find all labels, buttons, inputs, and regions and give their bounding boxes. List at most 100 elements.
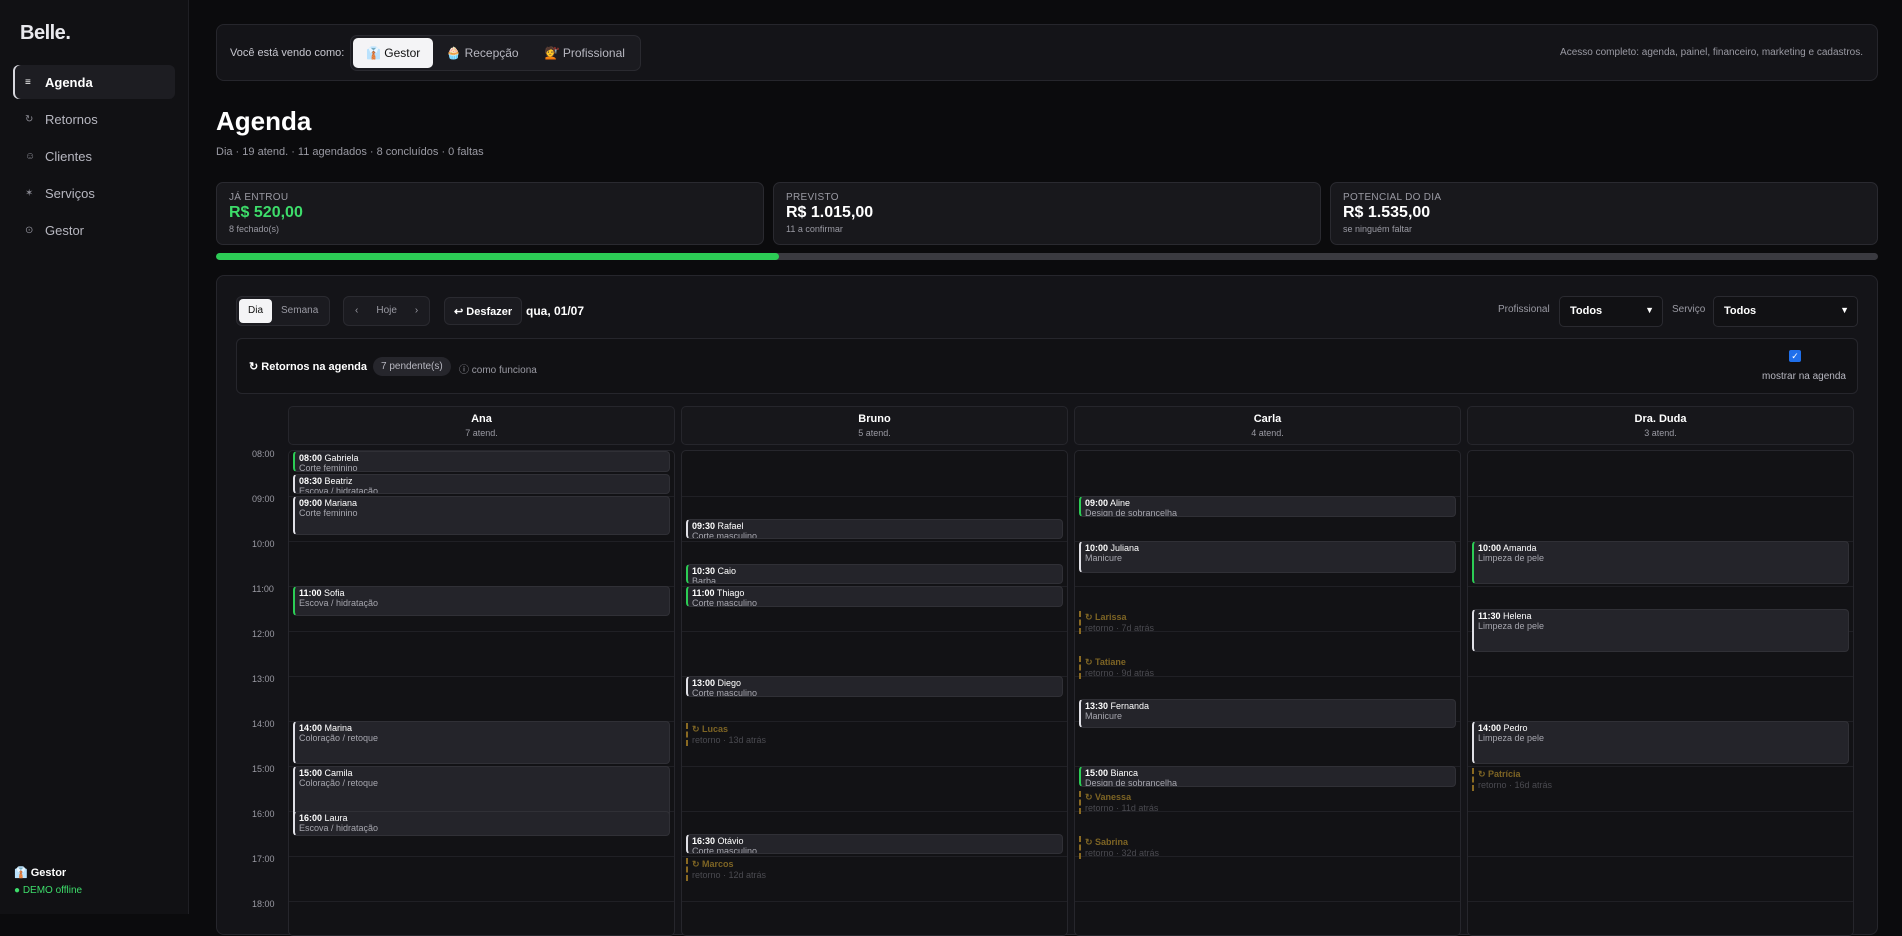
- appointment-service: Manicure: [1085, 553, 1123, 563]
- column-body[interactable]: 09:00 Aline Design de sobrancelha 10:00 Ju…: [1074, 450, 1461, 936]
- hour-gridline: [289, 856, 674, 857]
- service-filter-select[interactable]: Todos ▼: [1713, 296, 1858, 327]
- return-suggestion[interactable]: ↻ Larissa retorno · 7d atrás: [1079, 610, 1456, 634]
- appointment-card[interactable]: 14:00 Marina Coloração / retoque: [293, 721, 670, 764]
- how-it-works-link[interactable]: ⓘ como funciona: [459, 361, 537, 376]
- appointment-service: Corte masculino: [692, 598, 758, 607]
- sidebar-item-clientes[interactable]: ☺ Clientes: [13, 139, 175, 173]
- schedule-panel: Dia Semana ‹ Hoje › ↩ Desfazer qua, 01/0…: [216, 275, 1878, 936]
- appointment-service: Corte masculino: [692, 530, 758, 539]
- return-suggestion[interactable]: ↻ Sabrina retorno · 32d atrás: [1079, 835, 1456, 859]
- return-suggestion[interactable]: ↻ Vanessa retorno · 11d atrás: [1079, 790, 1456, 814]
- return-client: ↻ Vanessa: [1085, 791, 1132, 802]
- appointment-card[interactable]: 16:30 Otávio Corte masculino: [686, 833, 1063, 854]
- appointment-card[interactable]: 08:30 Beatriz Escova / hidratação: [293, 473, 670, 494]
- appointment-service: Manicure: [1085, 710, 1123, 721]
- sidebar-item-retornos[interactable]: ↻ Retornos: [13, 102, 175, 136]
- sidebar-item-label: Gestor: [45, 222, 85, 238]
- show-returns-checkbox[interactable]: ✓: [1789, 350, 1801, 362]
- column-header[interactable]: Bruno 5 atend.: [681, 406, 1068, 445]
- revenue-progress-fill: [216, 253, 780, 260]
- appointment-card[interactable]: 11:00 Thiago Corte masculino: [686, 586, 1063, 607]
- return-note: retorno · 9d atrás: [1085, 667, 1155, 678]
- hour-gridline: [289, 676, 674, 677]
- appointment-card[interactable]: 14:00 Pedro Limpeza de pele: [1472, 721, 1849, 764]
- hour-gridline: [289, 541, 674, 542]
- role-profissional-button[interactable]: 💇 Profissional: [532, 38, 638, 68]
- appointment-card[interactable]: 08:00 Gabriela Corte feminino: [293, 451, 670, 472]
- appointment-card[interactable]: 13:30 Fernanda Manicure: [1079, 698, 1456, 728]
- appointment-title: 09:00 Mariana: [299, 498, 358, 508]
- undo-button[interactable]: ↩ Desfazer: [444, 297, 523, 325]
- kpi-note: 11 a confirmar: [786, 224, 843, 234]
- return-client: ↻ Tatiane: [1085, 656, 1126, 667]
- return-suggestion[interactable]: ↻ Lucas retorno · 13d atrás: [686, 723, 1063, 746]
- today-button[interactable]: Hoje: [367, 299, 406, 323]
- hour-gridline: [682, 631, 1067, 632]
- column-header[interactable]: Dra. Duda 3 atend.: [1467, 406, 1854, 445]
- column-body[interactable]: 10:00 Amanda Limpeza de pele 11:30 Helena L…: [1467, 450, 1854, 936]
- professional-filter-select[interactable]: Todos ▼: [1559, 296, 1663, 327]
- appointment-card[interactable]: 09:00 Mariana Corte feminino: [293, 496, 670, 535]
- view-toggle: Dia Semana: [236, 296, 331, 326]
- kpi-value: R$ 1.015,00: [786, 204, 874, 221]
- appointment-card[interactable]: 16:00 Laura Escova / hidratação: [293, 811, 670, 836]
- appointment-card[interactable]: 10:00 Juliana Manicure: [1079, 541, 1456, 573]
- appointment-card[interactable]: 11:30 Helena Limpeza de pele: [1472, 608, 1849, 652]
- appointment-title: 10:30 Caio: [692, 565, 737, 576]
- return-note: retorno · 7d atrás: [1085, 622, 1155, 633]
- appointment-card[interactable]: 13:00 Diego Corte masculino: [686, 676, 1063, 697]
- column-header[interactable]: Carla 4 atend.: [1074, 406, 1461, 445]
- next-day-button[interactable]: ›: [406, 299, 427, 323]
- returns-pending-badge: 7 pendente(s): [373, 357, 451, 376]
- hour-label: 15:00: [252, 764, 275, 774]
- returns-box: ↻ Retornos na agenda 7 pendente(s) ⓘ com…: [236, 338, 1858, 394]
- column-header[interactable]: Ana 7 atend.: [288, 406, 675, 445]
- target-icon: ⊙: [25, 224, 34, 236]
- prev-day-button[interactable]: ‹: [346, 299, 367, 323]
- role-recepcao-button[interactable]: 🧁 Recepção: [433, 38, 531, 68]
- appointment-title: 10:00 Juliana: [1085, 543, 1140, 553]
- column-body[interactable]: 09:30 Rafael Corte masculino 10:30 Caio Bar…: [681, 450, 1068, 936]
- view-week-button[interactable]: Semana: [272, 299, 327, 323]
- appointment-count: 5 atend.: [858, 428, 891, 438]
- professional-name: Ana: [471, 413, 492, 425]
- appointment-card[interactable]: 09:00 Aline Design de sobrancelha: [1079, 496, 1456, 517]
- hour-label: 18:00: [252, 899, 275, 909]
- sidebar-item-label: Clientes: [45, 148, 92, 164]
- view-day-button[interactable]: Dia: [239, 299, 273, 323]
- appointment-card[interactable]: 11:00 Sofia Escova / hidratação: [293, 586, 670, 616]
- hour-label: 09:00: [252, 494, 275, 504]
- hour-gridline: [289, 901, 674, 902]
- returns-title: ↻ Retornos na agenda: [249, 361, 368, 373]
- return-client: ↻ Sabrina: [1085, 836, 1129, 847]
- hour-gridline: [682, 856, 1067, 857]
- role-gestor-button[interactable]: 👔 Gestor: [353, 38, 434, 68]
- sidebar-item-agenda[interactable]: ≡ Agenda: [13, 65, 175, 99]
- chevron-down-icon: ▼: [1645, 305, 1654, 315]
- kpi-card-potential: POTENCIAL DO DIA R$ 1.535,00 se ninguém …: [1330, 182, 1878, 245]
- appointment-service: Corte feminino: [299, 508, 358, 518]
- sparkle-icon: ✶: [25, 187, 34, 199]
- appointment-card[interactable]: 09:30 Rafael Corte masculino: [686, 518, 1063, 539]
- return-suggestion[interactable]: ↻ Marcos retorno · 12d atrás: [686, 858, 1063, 881]
- appointment-title: 15:00 Bianca: [1085, 768, 1139, 778]
- appointment-card[interactable]: 10:00 Amanda Limpeza de pele: [1472, 541, 1849, 584]
- appointment-service: Limpeza de pele: [1478, 733, 1545, 743]
- column-body[interactable]: 08:00 Gabriela Corte feminino 08:30 Beatri…: [288, 450, 675, 936]
- hour-gridline: [1468, 856, 1853, 857]
- page-subtitle: Dia · 19 atend. · 11 agendados · 8 concl…: [216, 146, 484, 158]
- list-icon: ≡: [25, 76, 31, 88]
- sidebar-item-servicos[interactable]: ✶ Serviços: [13, 176, 175, 210]
- sidebar-item-gestor[interactable]: ⊙ Gestor: [13, 213, 175, 247]
- page-title: Agenda: [216, 106, 312, 136]
- app-logo[interactable]: Belle.: [20, 22, 71, 45]
- return-suggestion[interactable]: ↻ Patrícia retorno · 16d atrás: [1472, 768, 1849, 791]
- hour-label: 13:00: [252, 674, 275, 684]
- return-suggestion[interactable]: ↻ Tatiane retorno · 9d atrás: [1079, 655, 1456, 679]
- hour-gridline: [682, 721, 1067, 722]
- professional-name: Bruno: [858, 413, 891, 425]
- appointment-card[interactable]: 10:30 Caio Barba: [686, 563, 1063, 584]
- hour-gridline: [682, 541, 1067, 542]
- appointment-card[interactable]: 15:00 Bianca Design de sobrancelha: [1079, 766, 1456, 787]
